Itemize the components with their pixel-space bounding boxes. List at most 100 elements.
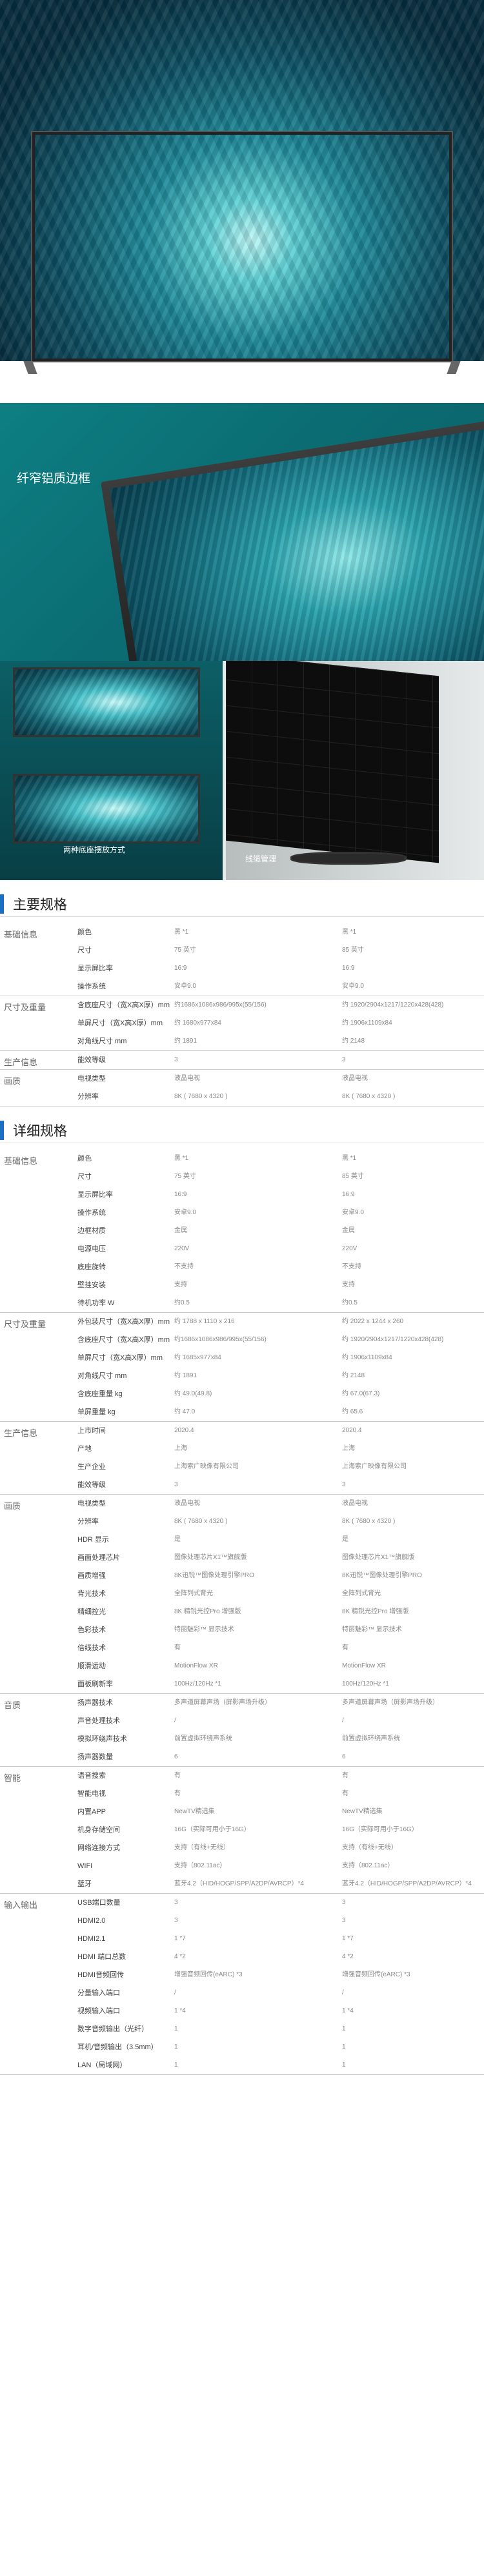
spec-group-name: 输入输出	[4, 1900, 38, 1910]
spec-row: 分辨率 8K ( 7680 x 4320 ) 8K ( 7680 x 4320 )	[71, 1513, 484, 1531]
spec-key: 颜色	[77, 929, 92, 936]
spec-key: 显示屏比率	[77, 965, 113, 972]
spec-group: 画质 电视类型 液晶电视 液晶电视 分辨率 8K ( 7680 x 4320 ) 8K ( …	[0, 1495, 484, 1694]
hero-product-image	[0, 0, 484, 387]
spec-key: 画质增强	[77, 1572, 106, 1580]
spec-value-85: 85 英寸	[342, 1173, 364, 1180]
frame-tv-panel	[101, 417, 484, 661]
spec-row: 对角线尺寸 mm 约 1891 约 2148	[71, 1032, 484, 1050]
spec-row: 含底座尺寸（宽X高X厚）mm 约1686x1086x986/995x(55/156…	[71, 996, 484, 1014]
spec-row: 操作系统 安卓9.0 安卓9.0	[71, 1204, 484, 1222]
spec-value-85: 黑 *1	[342, 929, 357, 936]
spec-value-75: 上海	[174, 1445, 187, 1452]
spec-value-75: NewTV精选集	[174, 1808, 215, 1815]
spec-key: 单屏尺寸（宽X高X厚）mm	[77, 1019, 163, 1027]
section-accent-bar	[0, 894, 4, 914]
spec-group: 音质 扬声器技术 多声道屏幕声场（屏影声场升级） 多声道屏幕声场（屏影声场升级） 声音处…	[0, 1694, 484, 1767]
spec-key: HDMI2.0	[77, 1917, 106, 1925]
spec-key: 边框材质	[77, 1227, 106, 1235]
spec-row: HDMI 端口总数 4 *2 4 *2	[71, 1948, 484, 1966]
spec-row: 显示屏比率 16:9 16:9	[71, 1186, 484, 1204]
spec-group-name: 基础信息	[4, 1156, 38, 1166]
spec-group-name: 画质	[4, 1076, 21, 1086]
spec-value-75: 6	[174, 1753, 178, 1760]
spec-group-name: 画质	[4, 1501, 21, 1511]
spec-key: 生产企业	[77, 1463, 106, 1471]
stand-option-1-image	[13, 667, 200, 737]
spec-value-85: 约 67.0(67.3)	[342, 1390, 380, 1397]
spec-key: HDMI2.1	[77, 1935, 106, 1943]
spec-rows: USB端口数量 3 3 HDMI2.0 3 3 HDMI2.1 1 *7 1 *7 HDMI 端口…	[71, 1894, 484, 2074]
spec-key: 网络连接方式	[77, 1844, 120, 1852]
main-spec-table: 基础信息 颜色 黑 *1 黑 *1 尺寸 75 英寸 85 英寸 显示屏比率 16:9 16:9 操…	[0, 923, 484, 1106]
spec-row: 网络连接方式 支持（有线+无线） 支持（有线+无线）	[71, 1839, 484, 1857]
spec-rows: 电视类型 液晶电视 液晶电视 分辨率 8K ( 7680 x 4320 ) 8K ( 76…	[71, 1070, 484, 1106]
spec-value-75: 1	[174, 2043, 178, 2050]
spec-group: 输入输出 USB端口数量 3 3 HDMI2.0 3 3 HDMI2.1 1 *7 1 *7 HDM…	[0, 1894, 484, 2075]
spec-row: 顺滑运动 MotionFlow XR MotionFlow XR	[71, 1657, 484, 1675]
spec-value-75: 16:9	[174, 1191, 187, 1198]
spec-row: HDMI2.1 1 *7 1 *7	[71, 1930, 484, 1948]
spec-row: 耳机/音频输出（3.5mm） 1 1	[71, 2038, 484, 2056]
spec-row: WIFI 支持（802.11ac） 支持（802.11ac）	[71, 1857, 484, 1875]
spec-key: USB端口数量	[77, 1899, 121, 1907]
spec-value-85: 有	[342, 1644, 348, 1651]
spec-value-75: 蓝牙4.2（HID/HOGP/SPP/A2DP/AVRCP）*4	[174, 1880, 304, 1887]
spec-value-75: 约 1891	[174, 1372, 197, 1379]
spec-value-85: 金属	[342, 1227, 355, 1234]
spec-group: 尺寸及重量 外包装尺寸（宽X高X厚）mm 约 1788 x 1110 x 216 约 …	[0, 1313, 484, 1422]
spec-key: HDR 显示	[77, 1536, 109, 1544]
spec-value-85: 6	[342, 1753, 346, 1760]
spec-value-75: 支持（802.11ac）	[174, 1862, 227, 1869]
spec-rows: 上市时间 2020.4 2020.4 产地 上海 上海 生产企业 上海索广映像有限公司 上海索广…	[71, 1422, 484, 1494]
spec-value-75: 约1686x1086x986/995x(55/156)	[174, 1336, 267, 1343]
spec-value-75: 8K ( 7680 x 4320 )	[174, 1093, 228, 1100]
spec-row: HDMI2.0 3 3	[71, 1912, 484, 1930]
spec-value-75: 4 *2	[174, 1953, 186, 1960]
spec-value-85: 8K ( 7680 x 4320 )	[342, 1518, 396, 1525]
spec-value-75: 约1686x1086x986/995x(55/156)	[174, 1001, 267, 1008]
spec-key: 含底座尺寸（宽X高X厚）mm	[77, 1001, 170, 1009]
spec-value-75: 有	[174, 1790, 181, 1797]
spec-value-75: 安卓9.0	[174, 1209, 196, 1216]
spec-value-75: 液晶电视	[174, 1500, 200, 1507]
spec-value-75: 特丽魅彩™ 显示技术	[174, 1626, 234, 1633]
spec-key: 智能电视	[77, 1790, 106, 1798]
spec-value-75: 16G（实际可用小于16G）	[174, 1826, 250, 1833]
spec-key: 声音处理技术	[77, 1717, 120, 1725]
spec-row: 数字音频输出（光纤） 1 1	[71, 2020, 484, 2038]
detail-spec-table: 基础信息 颜色 黑 *1 黑 *1 尺寸 75 英寸 85 英寸 显示屏比率 16:9 16:9 操…	[0, 1150, 484, 2075]
spec-key: 对角线尺寸 mm	[77, 1037, 127, 1045]
spec-value-85: 100Hz/120Hz *1	[342, 1680, 389, 1687]
spec-value-85: 前置虚拟环绕声系统	[342, 1735, 400, 1742]
spec-row: 电视类型 液晶电视 液晶电视	[71, 1495, 484, 1513]
spec-key: 视频输入端口	[77, 2007, 120, 2015]
spec-value-75: 液晶电视	[174, 1075, 200, 1082]
spec-value-75: 支持	[174, 1281, 187, 1288]
spec-value-85: 约 65.6	[342, 1408, 363, 1415]
spec-value-85: 约 1920/2904x1217/1220x428(428)	[342, 1001, 444, 1008]
spec-key: 含底座尺寸（宽X高X厚）mm	[77, 1336, 170, 1344]
spec-row: 倍线技术 有 有	[71, 1639, 484, 1657]
spec-key: HDMI音频回传	[77, 1971, 125, 1979]
spec-value-85: 4 *2	[342, 1953, 354, 1960]
detail-spec-section: 详细规格 基础信息 颜色 黑 *1 黑 *1 尺寸 75 英寸 85 英寸 显示屏比率 16:9…	[0, 1106, 484, 2075]
spec-row: 颜色 黑 *1 黑 *1	[71, 1150, 484, 1168]
spec-value-85: 220V	[342, 1245, 358, 1252]
spec-value-85: 安卓9.0	[342, 983, 364, 990]
spec-row: 上市时间 2020.4 2020.4	[71, 1422, 484, 1440]
spec-value-85: 增强音频回传(eARC) *3	[342, 1971, 410, 1978]
spec-key: 倍线技术	[77, 1644, 106, 1652]
spec-rows: 能效等级 3 3	[71, 1051, 484, 1069]
spec-key: 上市时间	[77, 1427, 106, 1435]
spec-value-75: 有	[174, 1772, 181, 1779]
spec-value-75: 1 *7	[174, 1935, 186, 1942]
spec-value-85: 约 2148	[342, 1037, 365, 1045]
spec-row: 机身存储空间 16G（实际可用小于16G） 16G（实际可用小于16G）	[71, 1821, 484, 1839]
spec-value-75: 3	[174, 1056, 178, 1063]
spec-key: 顺滑运动	[77, 1662, 106, 1670]
spec-row: USB端口数量 3 3	[71, 1894, 484, 1912]
spec-value-75: 220V	[174, 1245, 190, 1252]
spec-value-75: 约0.5	[174, 1299, 190, 1306]
spec-value-75: 支持（有线+无线）	[174, 1844, 230, 1851]
